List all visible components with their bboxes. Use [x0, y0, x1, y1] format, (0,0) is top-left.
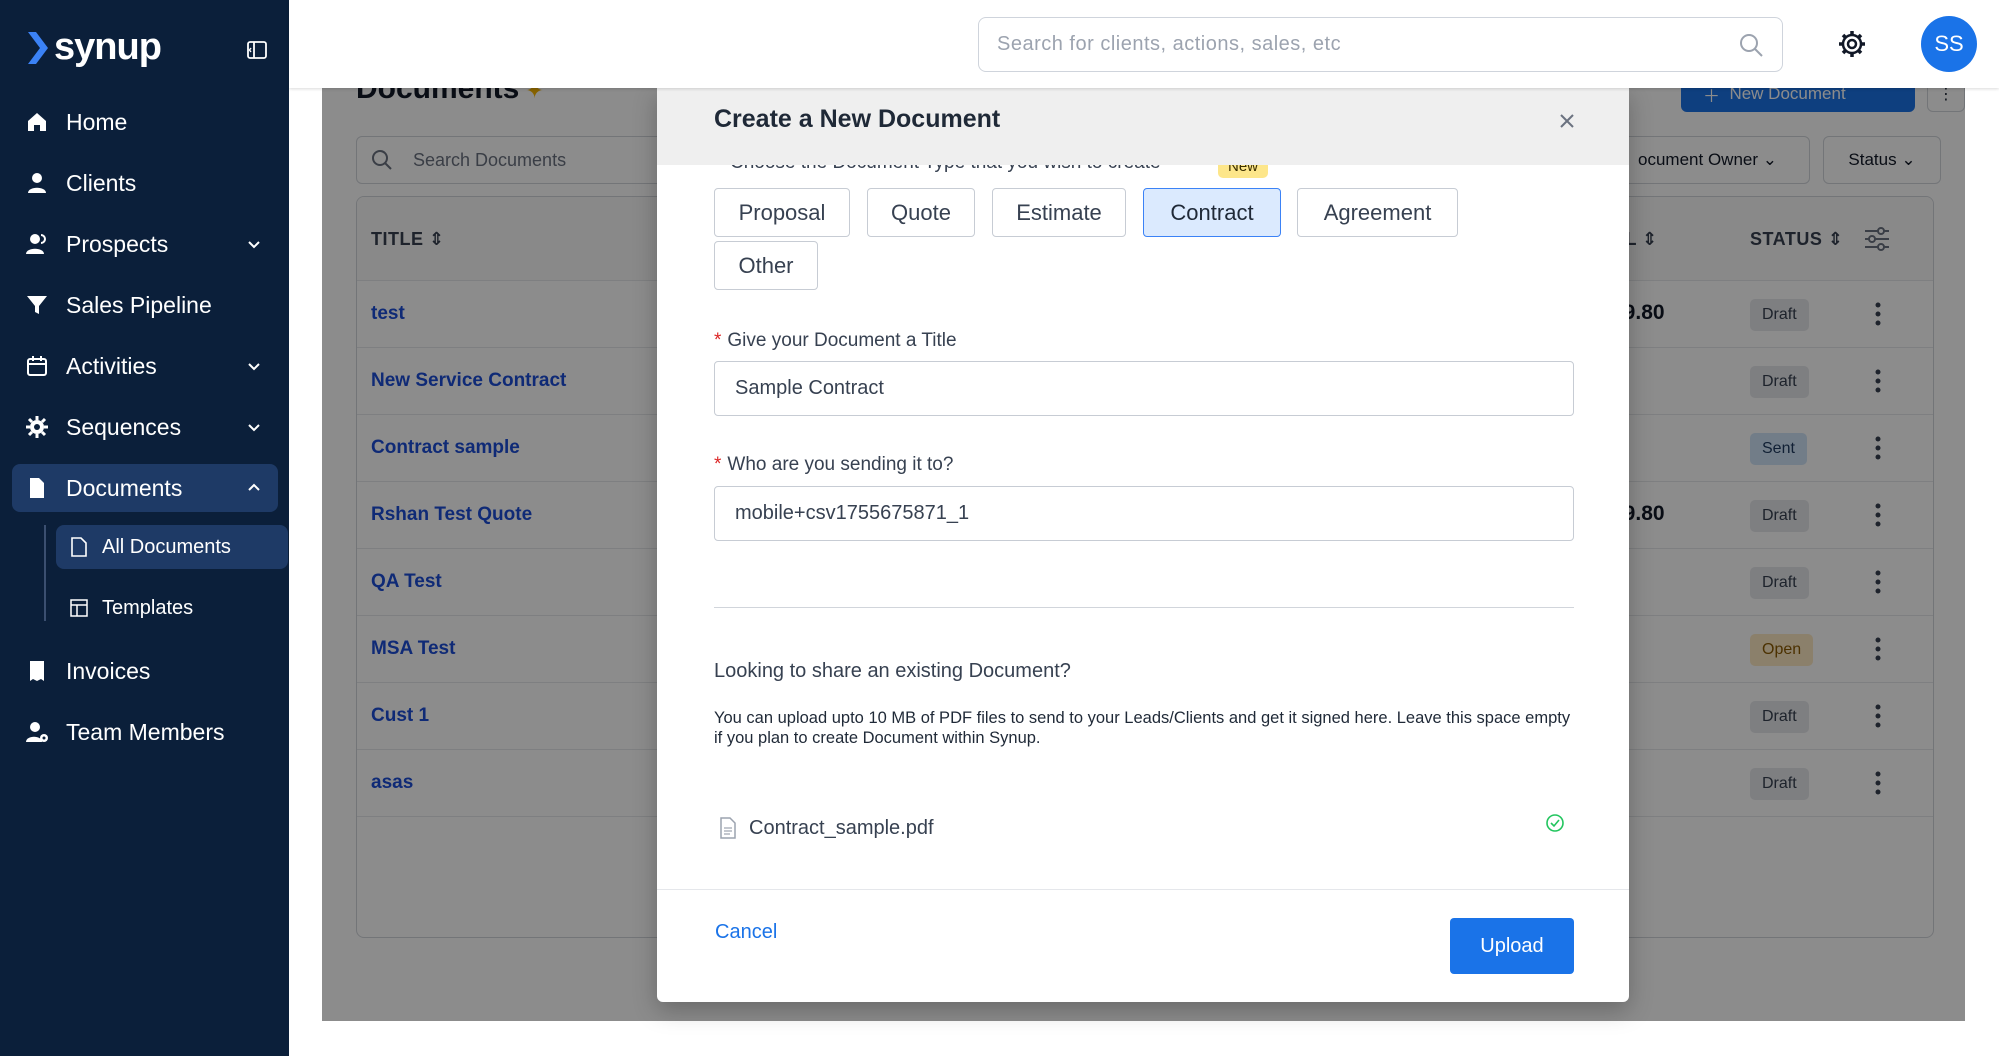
uploaded-file-row[interactable]: Contract_sample.pdf	[719, 812, 1579, 844]
required-asterisk: *	[714, 330, 722, 351]
type-option-proposal[interactable]: Proposal	[714, 188, 850, 237]
sidebar-item-documents[interactable]: Documents	[12, 464, 278, 512]
modal-title: Create a New Document	[714, 105, 1001, 133]
chevron-down-icon	[248, 363, 260, 371]
sidebar-item-label: Team Members	[66, 718, 225, 745]
cancel-button[interactable]: Cancel	[715, 921, 777, 944]
create-document-modal: Create a New Document Choose the Documen…	[657, 88, 1629, 1002]
gear-icon	[24, 414, 50, 440]
search-icon[interactable]	[1738, 32, 1764, 58]
upload-success-check-icon	[1546, 814, 1564, 832]
chevron-down-icon	[248, 241, 260, 249]
global-search-input[interactable]	[997, 33, 1738, 56]
share-existing-description: You can upload upto 10 MB of PDF files t…	[714, 709, 1571, 747]
share-existing-title: Looking to share an existing Document?	[714, 660, 1071, 682]
logo-text: synup	[54, 26, 162, 68]
team-icon	[24, 719, 50, 745]
sidebar-item-label: Documents	[66, 474, 183, 501]
document-title-input[interactable]: Sample Contract	[714, 361, 1574, 416]
documents-subnav: All Documents Templates	[34, 525, 288, 630]
file-icon	[70, 537, 90, 557]
sidebar-item-team-members[interactable]: Team Members	[12, 708, 278, 756]
sidebar-item-label: All Documents	[102, 535, 231, 558]
logo-mark-icon	[28, 31, 48, 64]
sidebar: synup Home Clients Prospects Sales Pipel…	[0, 0, 289, 1056]
sidebar-item-label: Sales Pipeline	[66, 291, 212, 318]
type-option-agreement[interactable]: Agreement	[1297, 188, 1458, 237]
user-icon	[24, 170, 50, 196]
upload-button[interactable]: Upload	[1450, 918, 1574, 974]
required-asterisk: *	[714, 454, 722, 475]
document-icon	[24, 475, 50, 501]
sidebar-item-label: Home	[66, 108, 128, 135]
close-icon[interactable]	[1553, 107, 1581, 135]
sidebar-item-invoices[interactable]: Invoices	[12, 647, 278, 695]
type-option-other[interactable]: Other	[714, 241, 818, 290]
sidebar-item-clients[interactable]: Clients	[12, 159, 278, 207]
sidebar-item-label: Prospects	[66, 230, 169, 257]
type-option-quote[interactable]: Quote	[867, 188, 975, 237]
sidebar-item-activities[interactable]: Activities	[12, 342, 278, 390]
sidebar-item-label: Invoices	[66, 657, 151, 684]
sidebar-nav: Home Clients Prospects Sales Pipeline Ac…	[12, 98, 288, 769]
sidebar-item-label: Clients	[66, 169, 137, 196]
chevron-up-icon	[248, 483, 260, 491]
title-field-label-text: Give your Document a Title	[727, 330, 957, 351]
sidebar-item-sequences[interactable]: Sequences	[12, 403, 278, 451]
user-avatar[interactable]: SS	[1921, 16, 1977, 72]
type-option-contract[interactable]: Contract	[1143, 188, 1281, 237]
calendar-icon	[24, 353, 50, 379]
chevron-down-icon	[248, 424, 260, 432]
sidebar-item-all-documents[interactable]: All Documents	[56, 525, 288, 569]
sidebar-item-label: Activities	[66, 352, 157, 379]
modal-header: Create a New Document	[657, 88, 1629, 165]
sidebar-item-prospects[interactable]: Prospects	[12, 220, 278, 268]
sidebar-item-home[interactable]: Home	[12, 98, 278, 146]
invoice-icon	[24, 658, 50, 684]
recipient-input[interactable]: mobile+csv1755675871_1	[714, 486, 1574, 541]
funnel-icon	[24, 292, 50, 318]
template-icon	[70, 598, 90, 618]
recipient-field-label-text: Who are you sending it to?	[727, 454, 954, 475]
section-divider	[714, 607, 1574, 608]
sidebar-item-label: Templates	[102, 596, 194, 619]
type-option-estimate[interactable]: Estimate	[992, 188, 1126, 237]
recipient-field-label: * Who are you sending it to?	[714, 454, 953, 476]
footer-divider	[657, 889, 1629, 890]
users-icon	[24, 231, 50, 257]
sidebar-collapse-icon[interactable]	[245, 38, 269, 62]
synup-logo[interactable]: synup	[26, 26, 162, 69]
home-icon	[24, 109, 50, 135]
sidebar-item-sales-pipeline[interactable]: Sales Pipeline	[12, 281, 278, 329]
global-search[interactable]	[978, 17, 1783, 72]
settings-gear-icon[interactable]	[1837, 29, 1867, 59]
subnav-tree-line	[44, 525, 46, 621]
top-bar: SS	[289, 0, 1999, 88]
pdf-file-icon	[720, 817, 736, 839]
sidebar-item-label: Sequences	[66, 413, 182, 440]
sidebar-item-templates[interactable]: Templates	[56, 586, 288, 630]
title-field-label: * Give your Document a Title	[714, 330, 957, 352]
file-name: Contract_sample.pdf	[749, 816, 934, 839]
